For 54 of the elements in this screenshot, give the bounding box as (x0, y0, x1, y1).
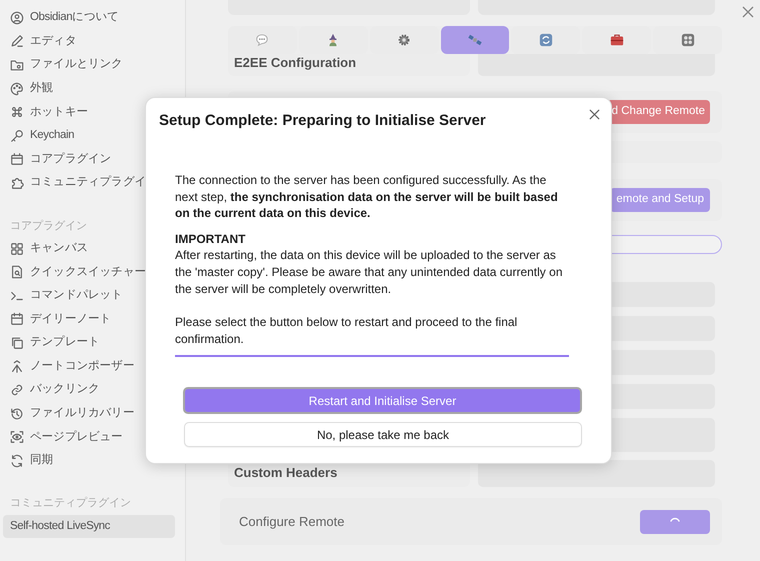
command-icon (10, 105, 24, 120)
refresh-icon (538, 33, 553, 47)
sidebar-item[interactable]: ファイルとリンク (3, 53, 175, 77)
sidebar-section-heading: コミュニティプラグイン (9, 496, 132, 512)
eye-scan-icon (10, 430, 24, 444)
refresh-icon (10, 454, 24, 468)
settings-tab[interactable] (440, 26, 510, 54)
link-icon (10, 383, 24, 398)
sidebar-item[interactable]: エディタ (3, 30, 175, 54)
file-search-icon (10, 265, 24, 280)
sidebar-item[interactable]: Self-hosted LiveSync (3, 514, 175, 538)
palette-icon (10, 82, 24, 96)
section-heading: E2EE Configuration (234, 54, 356, 72)
sidebar-item[interactable]: 外観 (3, 76, 175, 100)
body-text: The connection to the server has been configured successfully. As the next step, the synchronisation data on the server will be built based on the current data on this device. (175, 172, 559, 222)
sidebar-item[interactable]: 同期 (3, 449, 175, 473)
history-icon (10, 406, 24, 421)
sidebar-item[interactable]: クイックスイッチャー (3, 260, 175, 284)
key-icon (10, 128, 24, 143)
body-text: After restarting, the data on this device will be uploaded to the server as the 'master copy'. Please be aware that any unintended data currently on the server will be completely overwritten. (175, 247, 564, 298)
sidebar-item[interactable]: Obsidianについて (3, 6, 175, 30)
pencil-icon (10, 34, 24, 48)
user-circle-icon (10, 10, 24, 25)
sidebar-item[interactable]: コアプラグイン (3, 148, 175, 172)
configure-button[interactable] (640, 510, 710, 534)
gear-icon (397, 33, 412, 47)
folder-icon (10, 58, 24, 72)
speech-bubble-icon (255, 33, 270, 47)
sidebar-section-heading: コアプラグイン (9, 218, 88, 234)
sidebar-item[interactable]: ノートコンポーザー (3, 354, 175, 378)
sidebar-item[interactable]: バックリンク (3, 378, 175, 402)
copy-icon (10, 336, 24, 350)
grid-icon (680, 33, 695, 47)
setting-label: Configure Remote (239, 512, 344, 531)
sidebar-item[interactable]: ページプレビュー (3, 426, 175, 450)
calendar-icon (10, 312, 24, 326)
close-button[interactable] (589, 109, 600, 120)
body-text: Please select the button below to restart and proceed to the final confirmation. (175, 314, 518, 348)
grid-icon (10, 242, 24, 256)
restart-button[interactable]: Restart and Initialise Server (183, 387, 582, 414)
close-button[interactable] (742, 6, 754, 18)
sidebar-item[interactable]: コミュニティプラグイ (3, 171, 175, 195)
sidebar-item[interactable]: テンプレート (3, 331, 175, 355)
dialog-title: Setup Complete: Preparing to Initialise Server (159, 112, 487, 130)
sidebar-item[interactable]: ファイルリカバリー (3, 402, 175, 426)
sidebar-item[interactable]: デイリーノート (3, 308, 175, 332)
toolbox-icon (610, 33, 624, 47)
satellite-icon (468, 33, 482, 47)
back-button[interactable]: No, please take me back (184, 422, 582, 448)
puzzle-icon (10, 176, 24, 190)
section-heading: Custom Headers (234, 465, 338, 480)
sidebar-item[interactable]: キャンバス (3, 236, 175, 260)
body-heading: IMPORTANT (175, 230, 246, 248)
sidebar-item[interactable]: コマンドパレット (3, 284, 175, 308)
